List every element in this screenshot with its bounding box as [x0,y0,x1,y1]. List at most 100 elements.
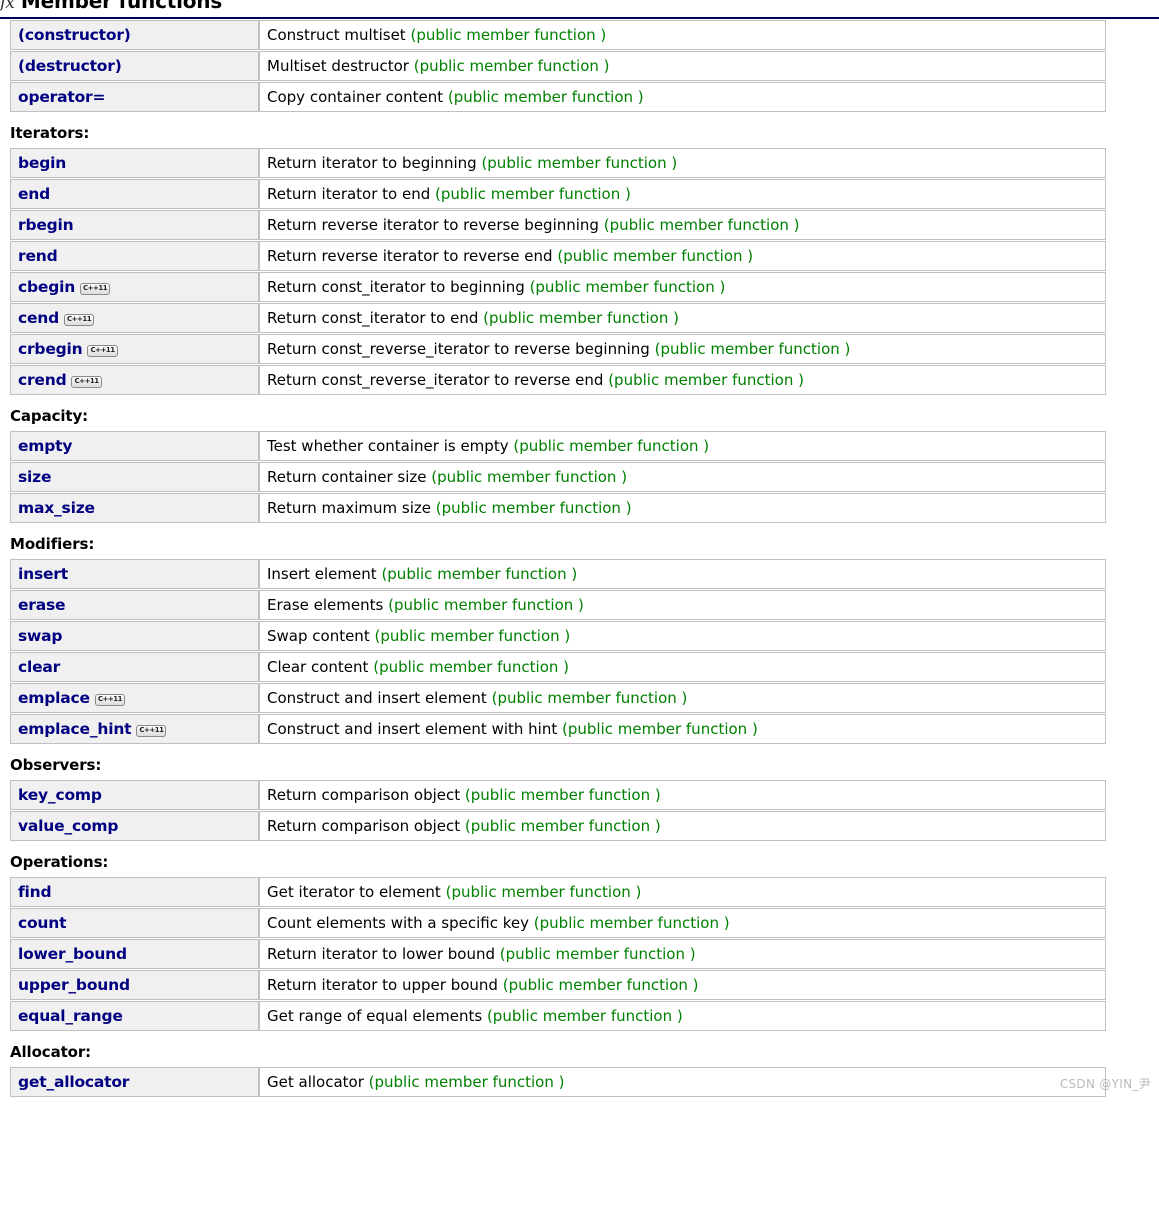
function-name-cell: find [10,877,259,907]
description-text: Return const_reverse_iterator to reverse… [267,340,650,358]
function-name-cell: count [10,908,259,938]
function-name-cell: end [10,179,259,209]
table-row: find Get iterator to element (public memb… [10,877,1106,907]
function-link[interactable]: (constructor) [18,26,131,44]
function-link[interactable]: equal_range [18,1007,123,1025]
function-description-cell: Insert element (public member function ) [259,559,1106,589]
description-text: Construct and insert element with hint [267,720,558,738]
function-description-cell: Swap content (public member function ) [259,621,1106,651]
description-text: Multiset destructor [267,57,409,75]
function-name-cell: size [10,462,259,492]
reference-page: ƒx Member functions (constructor) Constru… [0,0,1159,1098]
function-name-cell: key_comp [10,780,259,810]
function-name-cell: lower_bound [10,939,259,969]
function-link[interactable]: emplace_hint [18,720,132,738]
description-text: Return iterator to upper bound [267,976,498,994]
function-link[interactable]: upper_bound [18,976,130,994]
function-link[interactable]: size [18,468,51,486]
function-description-cell: Get allocator (public member function ) [259,1067,1106,1097]
function-link[interactable]: end [18,185,50,203]
description-text: Erase elements [267,596,384,614]
section-heading: Modifiers: [10,535,95,553]
function-description-cell: Return iterator to upper bound (public m… [259,970,1106,1000]
function-name-cell: empty [10,431,259,461]
function-name-cell: value_comp [10,811,259,841]
function-name-cell: insert [10,559,259,589]
function-description-cell: Return const_reverse_iterator to reverse… [259,365,1106,395]
function-link[interactable]: erase [18,596,66,614]
description-kind: (public member function ) [374,627,571,645]
description-text: Return iterator to beginning [267,154,477,172]
function-name-cell: (destructor) [10,51,259,81]
title-row: ƒx Member functions [0,0,222,13]
table-row: lower_bound Return iterator to lower boun… [10,939,1106,969]
function-name-cell: cend C++11 [10,303,259,333]
description-text: Test whether container is empty [267,437,509,455]
section-heading: Capacity: [10,407,89,425]
function-link[interactable]: (destructor) [18,57,122,75]
description-text: Get iterator to element [267,883,441,901]
function-name-cell: rbegin [10,210,259,240]
function-description-cell: Multiset destructor (public member funct… [259,51,1106,81]
description-text: Get allocator [267,1073,364,1091]
function-link[interactable]: get_allocator [18,1073,129,1091]
function-link[interactable]: crbegin [18,340,83,358]
function-link[interactable]: emplace [18,689,90,707]
function-description-cell: Return const_reverse_iterator to reverse… [259,334,1106,364]
table-row: size Return container size (public member… [10,462,1106,492]
description-text: Return iterator to lower bound [267,945,496,963]
function-link[interactable]: insert [18,565,68,583]
table-row: key_comp Return comparison object (public… [10,780,1106,810]
description-kind: (public member function ) [388,596,584,614]
function-link[interactable]: rend [18,247,58,265]
section: Iterators: begin Return iterator to beginn… [0,113,1159,396]
function-link[interactable]: count [18,914,67,932]
function-name-cell: begin [10,148,259,178]
description-kind: (public member function ) [533,914,730,932]
member-function-table: begin Return iterator to beginning (publi… [10,147,1106,396]
description-kind: (public member function ) [447,88,644,106]
description-kind: (public member function ) [445,883,642,901]
function-link[interactable]: swap [18,627,63,645]
function-link[interactable]: value_comp [18,817,118,835]
description-text: Return const_iterator to end [267,309,479,327]
description-kind: (public member function ) [562,720,758,738]
table-row: crbegin C++11 Return const_reverse_iterato… [10,334,1106,364]
function-link[interactable]: rbegin [18,216,74,234]
description-text: Construct multiset [267,26,406,44]
description-text: Return reverse iterator to reverse end [267,247,553,265]
description-kind: (public member function ) [431,468,628,486]
page-title: Member functions [20,0,223,13]
function-link[interactable]: max_size [18,499,95,517]
description-kind: (public member function ) [529,278,726,296]
function-link[interactable]: crend [18,371,67,389]
table-row: rbegin Return reverse iterator to reverse… [10,210,1106,240]
function-link[interactable]: operator= [18,88,105,106]
table-row: crend C++11 Return const_reverse_iterator … [10,365,1106,395]
function-link[interactable]: cbegin [18,278,75,296]
function-link[interactable]: find [18,883,52,901]
description-kind: (public member function ) [502,976,699,994]
table-row: get_allocator Get allocator (public membe… [10,1067,1106,1097]
function-link[interactable]: clear [18,658,60,676]
table-row: insert Insert element (public member func… [10,559,1106,589]
section-heading: Allocator: [10,1043,92,1061]
description-text: Construct and insert element [267,689,487,707]
function-description-cell: Return reverse iterator to reverse end (… [259,241,1106,271]
function-link[interactable]: begin [18,154,66,172]
function-link[interactable]: cend [18,309,59,327]
function-description-cell: Count elements with a specific key (publ… [259,908,1106,938]
table-row: equal_range Get range of equal elements (… [10,1001,1106,1031]
cpp11-badge-icon: C++11 [94,693,125,706]
description-text: Count elements with a specific key [267,914,530,932]
function-link[interactable]: empty [18,437,72,455]
member-function-table: (constructor) Construct multiset (public … [10,19,1106,113]
function-link[interactable]: lower_bound [18,945,127,963]
description-text: Get range of equal elements [267,1007,483,1025]
function-name-cell: erase [10,590,259,620]
function-name-cell: swap [10,621,259,651]
section-heading: Operations: [10,853,109,871]
function-name-cell: cbegin C++11 [10,272,259,302]
cpp11-badge-icon: C++11 [87,344,118,357]
function-link[interactable]: key_comp [18,786,102,804]
